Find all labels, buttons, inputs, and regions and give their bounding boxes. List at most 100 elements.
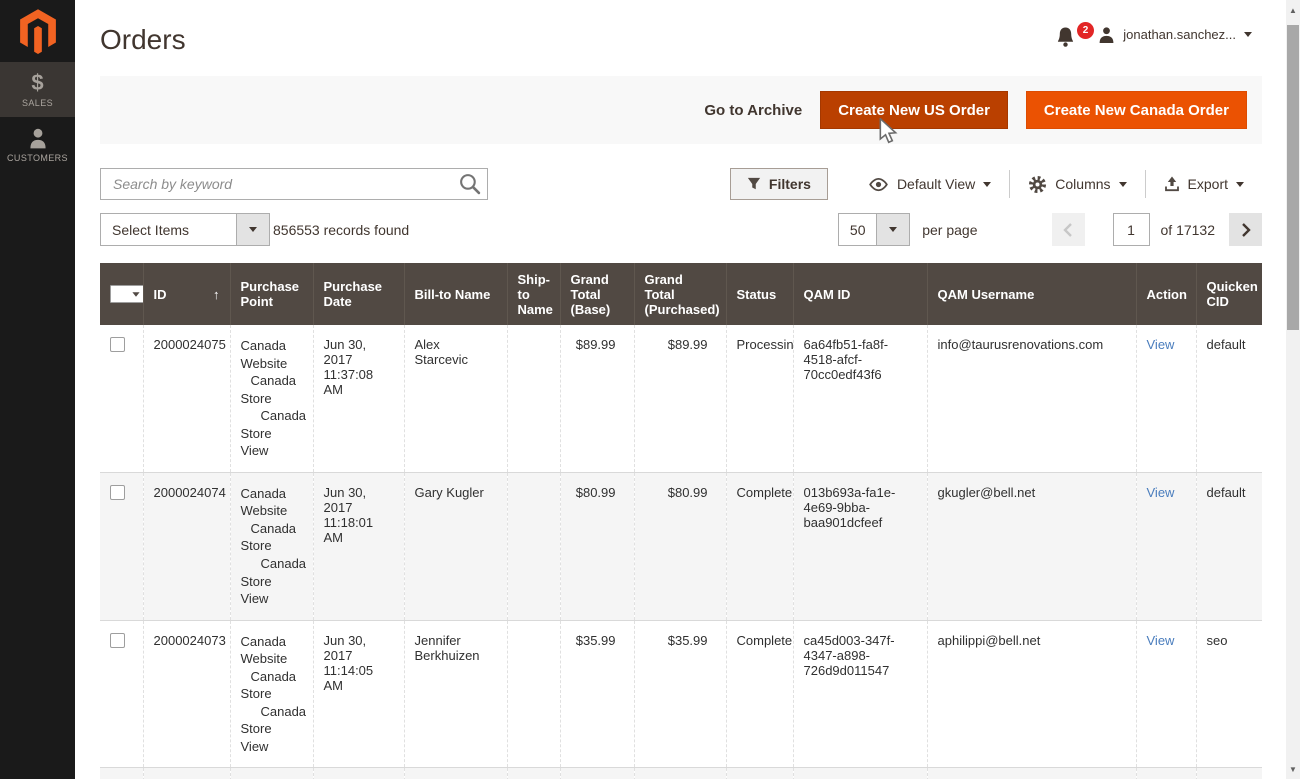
qam-id-cell: 013b693a-fa1e-4e69-9bba-baa901dcfeef <box>793 472 927 620</box>
column-header-purchase-point[interactable]: Purchase Point <box>230 263 313 325</box>
filters-button[interactable]: Filters <box>730 168 828 200</box>
columns-dropdown[interactable]: Columns <box>1010 175 1144 194</box>
admin-username: jonathan.sanchez... <box>1123 27 1236 42</box>
quicken-cid-cell: seo <box>1196 768 1262 779</box>
purchase-point-cell: Canada Website Canada Store Canada Store… <box>230 620 313 768</box>
scrollbar-down-arrow[interactable]: ▼ <box>1286 761 1300 777</box>
grid-toolbar: Filters Default View Columns <box>730 168 1262 200</box>
sidebar-item-sales[interactable]: $ SALES <box>0 62 75 117</box>
magento-logo[interactable] <box>0 0 75 62</box>
select-all-checkbox[interactable] <box>111 286 132 302</box>
per-page-label: per page <box>922 222 977 238</box>
magento-logo-icon <box>17 8 59 54</box>
row-checkbox[interactable] <box>110 337 125 352</box>
select-items-label: Select Items <box>101 214 236 245</box>
purchase-point-store: Canada Store <box>241 372 303 407</box>
purchase-point-cell: Canada Website Canada Store Canada Store… <box>230 325 313 472</box>
view-link[interactable]: View <box>1147 337 1175 352</box>
bill-to-name-cell: Gary Kugler <box>404 472 507 620</box>
table-row: 2000024072 Canada Website Canada Store C… <box>100 768 1262 779</box>
column-header-purchase-date[interactable]: Purchase Date <box>313 263 404 325</box>
column-header-action: Action <box>1136 263 1196 325</box>
search-submit-button[interactable] <box>456 172 482 196</box>
chevron-right-icon <box>1241 223 1251 237</box>
page-total-label: of 17132 <box>1161 222 1216 238</box>
next-page-button[interactable] <box>1229 213 1262 246</box>
ship-to-name-cell <box>507 472 560 620</box>
create-new-canada-order-button[interactable]: Create New Canada Order <box>1026 91 1247 129</box>
column-header-qam-id[interactable]: QAM ID <box>793 263 927 325</box>
sort-ascending-icon: ↑ <box>213 287 220 302</box>
grand-total-purchased-cell: $89.99 <box>634 325 726 472</box>
purchase-date-cell: Jun 30, 2017 11:14:05 AM <box>313 620 404 768</box>
filters-label: Filters <box>769 176 811 192</box>
bell-icon <box>1056 26 1075 48</box>
page-number-input[interactable] <box>1113 213 1150 246</box>
scrollbar[interactable]: ▲ ▼ <box>1286 0 1300 779</box>
default-view-label: Default View <box>897 176 975 192</box>
table-row: 2000024075 Canada Website Canada Store C… <box>100 325 1262 472</box>
per-page-select[interactable]: 50 <box>838 213 910 246</box>
column-header-grand-total-base[interactable]: Grand Total (Base) <box>560 263 634 325</box>
sales-icon: $ <box>31 72 43 94</box>
purchase-point-store-view: Canada Store View <box>241 407 303 460</box>
view-link[interactable]: View <box>1147 633 1175 648</box>
chevron-down-icon <box>1236 182 1244 187</box>
scrollbar-up-arrow[interactable]: ▲ <box>1286 2 1300 18</box>
status-cell: Complete <box>726 472 793 620</box>
grand-total-base-cell: $39.99 <box>560 768 634 779</box>
search-input[interactable] <box>100 168 488 200</box>
eye-icon <box>868 177 889 192</box>
orders-page: $ SALES CUSTOMERS Orders 2 jonath <box>0 0 1300 779</box>
admin-user-menu[interactable]: jonathan.sanchez... <box>1098 26 1252 43</box>
select-items-dropdown[interactable]: Select Items <box>100 213 270 246</box>
chevron-down-icon <box>1119 182 1127 187</box>
page-actions-panel: Go to Archive Create New US Order Create… <box>100 76 1262 144</box>
grand-total-base-cell: $80.99 <box>560 472 634 620</box>
qam-username-cell: jessica.e.noel@hotmail.com <box>927 768 1136 779</box>
purchase-point-store: Canada Store <box>241 668 303 703</box>
order-id-cell: 2000024073 <box>143 620 230 768</box>
purchase-point-website: Canada Website <box>241 633 303 668</box>
column-header-grand-total-purchased[interactable]: Grand Total (Purchased) <box>634 263 726 325</box>
column-header-ship-to[interactable]: Ship-to Name <box>507 263 560 325</box>
status-cell: Complete <box>726 620 793 768</box>
columns-label: Columns <box>1055 176 1110 192</box>
select-all-control[interactable] <box>110 285 146 303</box>
default-view-dropdown[interactable]: Default View <box>850 176 1009 192</box>
qam-id-cell: 6a64fb51-fa8f-4518-afcf-70cc0edf43f6 <box>793 325 927 472</box>
per-page-caret <box>876 214 909 245</box>
sidebar-item-customers[interactable]: CUSTOMERS <box>0 117 75 172</box>
go-to-archive-button[interactable]: Go to Archive <box>704 102 802 119</box>
column-header-qam-username[interactable]: QAM Username <box>927 263 1136 325</box>
per-page-value: 50 <box>839 214 876 245</box>
keyword-search <box>100 168 488 200</box>
qam-username-cell: aphilippi@bell.net <box>927 620 1136 768</box>
ship-to-name-cell <box>507 325 560 472</box>
chevron-left-icon <box>1063 223 1073 237</box>
column-header-bill-to[interactable]: Bill-to Name <box>404 263 507 325</box>
purchase-point-website: Canada Website <box>241 337 303 372</box>
column-header-status[interactable]: Status <box>726 263 793 325</box>
row-checkbox[interactable] <box>110 485 125 500</box>
purchase-date-cell: Jun 30, 2017 11:18:01 AM <box>313 472 404 620</box>
purchase-point-store-view: Canada Store View <box>241 703 303 756</box>
gear-icon <box>1028 175 1047 194</box>
grid-header-row: ID ↑ Purchase Point Purchase Date Bill-t… <box>100 263 1262 325</box>
scrollbar-thumb[interactable] <box>1287 25 1299 330</box>
order-id-cell: 2000024075 <box>143 325 230 472</box>
column-header-id[interactable]: ID ↑ <box>143 263 230 325</box>
view-link[interactable]: View <box>1147 485 1175 500</box>
notifications-button[interactable]: 2 <box>1056 26 1086 52</box>
create-new-us-order-button[interactable]: Create New US Order <box>820 91 1008 129</box>
column-header-quicken-cid[interactable]: Quicken CID <box>1196 263 1262 325</box>
select-items-caret <box>236 214 269 245</box>
purchase-point-store-view: Canada Store View <box>241 555 303 608</box>
row-checkbox[interactable] <box>110 633 125 648</box>
qam-username-cell: gkugler@bell.net <box>927 472 1136 620</box>
sidebar-item-label: SALES <box>22 98 53 108</box>
qam-id-cell: ca45d003-347f-4347-a898-726d9d011547 <box>793 620 927 768</box>
previous-page-button[interactable] <box>1052 213 1085 246</box>
grand-total-base-cell: $89.99 <box>560 325 634 472</box>
export-dropdown[interactable]: Export <box>1146 176 1262 192</box>
